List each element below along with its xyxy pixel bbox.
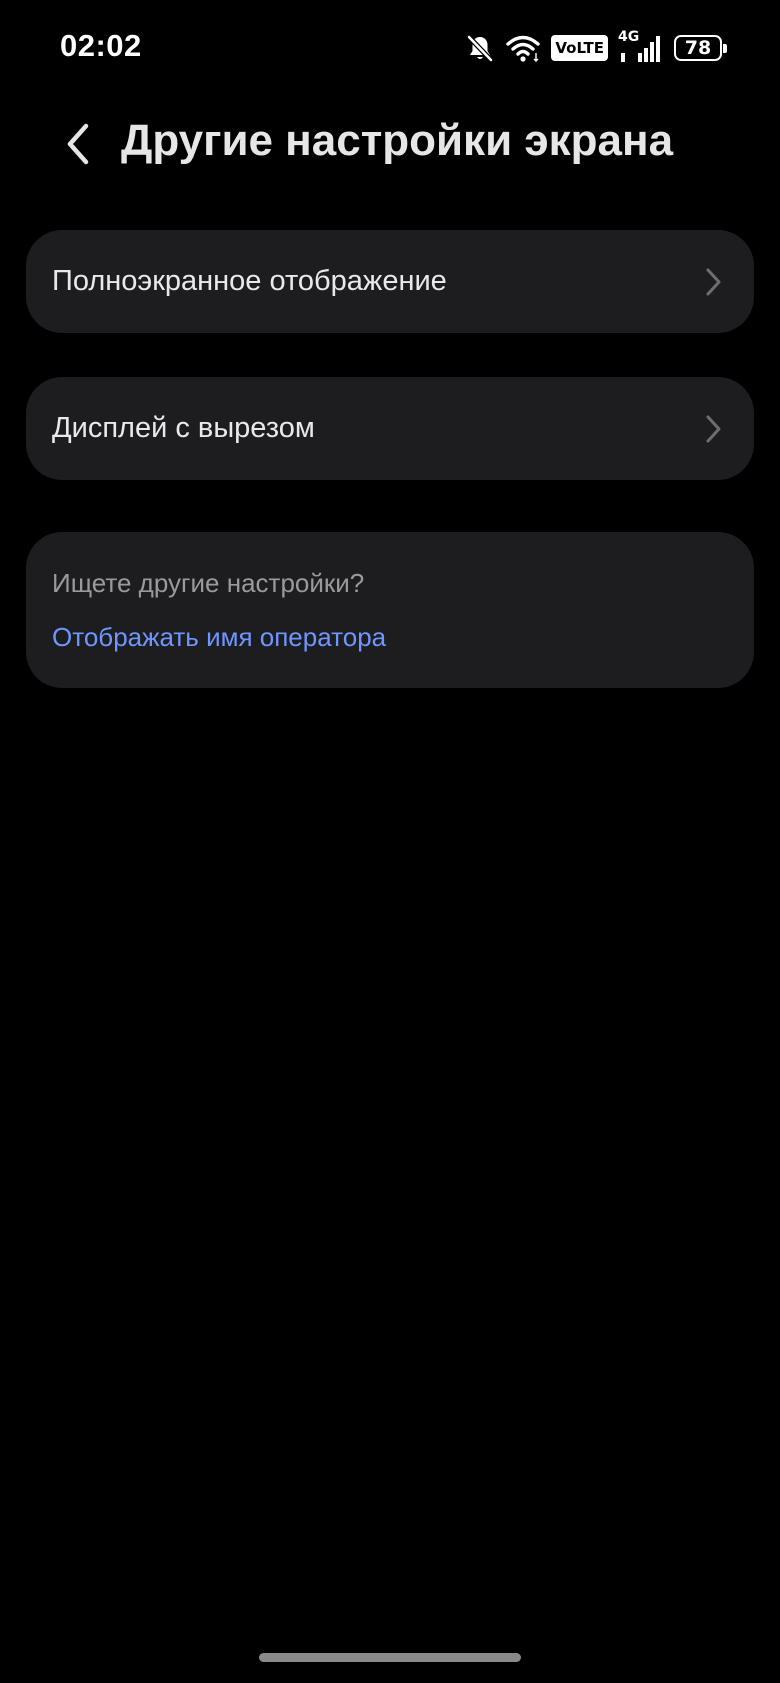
cutout-display-item[interactable]: Дисплей с вырезом (26, 377, 754, 480)
cellular-signal-icon: 4G (618, 29, 664, 63)
wifi-icon (505, 33, 541, 63)
chevron-left-icon (64, 122, 92, 171)
status-time: 02:02 (60, 28, 142, 63)
status-icons: VoLTE 4G 78 (465, 29, 727, 66)
suggestions-card: Ищете другие настройки? Отображать имя о… (26, 532, 754, 688)
home-indicator[interactable] (259, 1653, 521, 1662)
page-title: Другие настройки экрана (121, 116, 674, 165)
fullscreen-display-item[interactable]: Полноэкранное отображение (26, 230, 754, 333)
suggestions-title: Ищете другие настройки? (52, 568, 365, 598)
chevron-right-icon (702, 266, 724, 298)
battery-icon: 78 (674, 35, 727, 61)
battery-level: 78 (684, 37, 712, 59)
show-operator-name-link[interactable]: Отображать имя оператора (52, 622, 386, 653)
status-bar: 02:02 VoLTE 4G 78 (0, 0, 780, 96)
volte-badge: VoLTE (551, 35, 608, 61)
header: Другие настройки экрана (0, 100, 780, 210)
back-button[interactable] (52, 118, 104, 174)
bell-muted-icon (465, 33, 495, 63)
chevron-right-icon (702, 413, 724, 445)
cutout-display-label: Дисплей с вырезом (52, 412, 315, 444)
fullscreen-display-label: Полноэкранное отображение (52, 265, 447, 297)
